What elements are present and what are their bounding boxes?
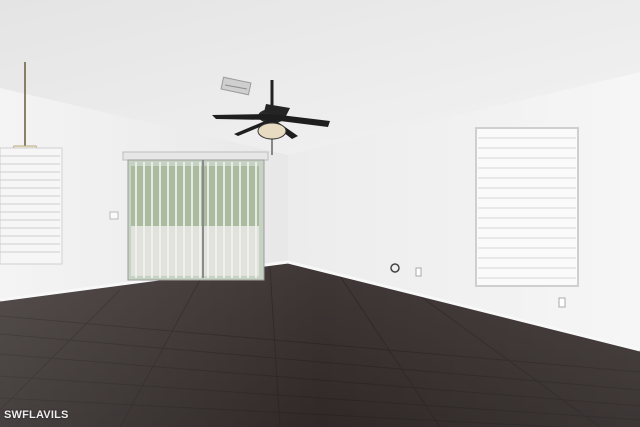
sliding-glass-door — [122, 151, 269, 281]
wall-outlet-icon — [558, 297, 566, 308]
right-window — [475, 127, 579, 287]
left-window — [0, 147, 63, 265]
room-photo: SWFLAVILS — [0, 0, 640, 427]
photo-watermark: SWFLAVILS — [4, 409, 69, 421]
room-illustration — [0, 0, 640, 427]
wall-outlet-icon — [415, 267, 422, 277]
light-switch-icon — [109, 211, 119, 220]
